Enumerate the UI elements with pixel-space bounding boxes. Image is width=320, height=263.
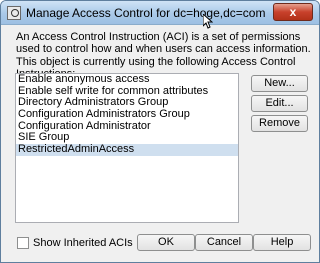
aci-list-item[interactable]: Configuration Administrators Group bbox=[16, 108, 238, 121]
window-title: Manage Access Control for dc=hoge,dc=com bbox=[26, 6, 266, 20]
ok-button[interactable]: OK bbox=[137, 234, 195, 251]
new-button[interactable]: New... bbox=[251, 75, 308, 92]
aci-list-item[interactable]: RestrictedAdminAccess bbox=[16, 143, 238, 156]
title-bar[interactable]: Manage Access Control for dc=hoge,dc=com… bbox=[1, 1, 319, 25]
app-icon bbox=[7, 6, 21, 20]
show-inherited-label: Show Inherited ACIs bbox=[33, 237, 133, 249]
manage-access-control-dialog: Manage Access Control for dc=hoge,dc=com… bbox=[0, 0, 320, 263]
aci-list-item[interactable]: Enable anonymous access bbox=[16, 73, 238, 86]
remove-button[interactable]: Remove bbox=[251, 115, 308, 132]
cancel-button[interactable]: Cancel bbox=[195, 234, 253, 251]
mouse-cursor-icon bbox=[203, 14, 213, 29]
aci-listbox[interactable]: Enable anonymous access Enable self write… bbox=[15, 73, 239, 223]
show-inherited-checkbox[interactable] bbox=[17, 237, 29, 249]
edit-button[interactable]: Edit... bbox=[251, 95, 308, 112]
help-button[interactable]: Help bbox=[253, 234, 311, 251]
close-button[interactable]: x bbox=[273, 3, 313, 21]
